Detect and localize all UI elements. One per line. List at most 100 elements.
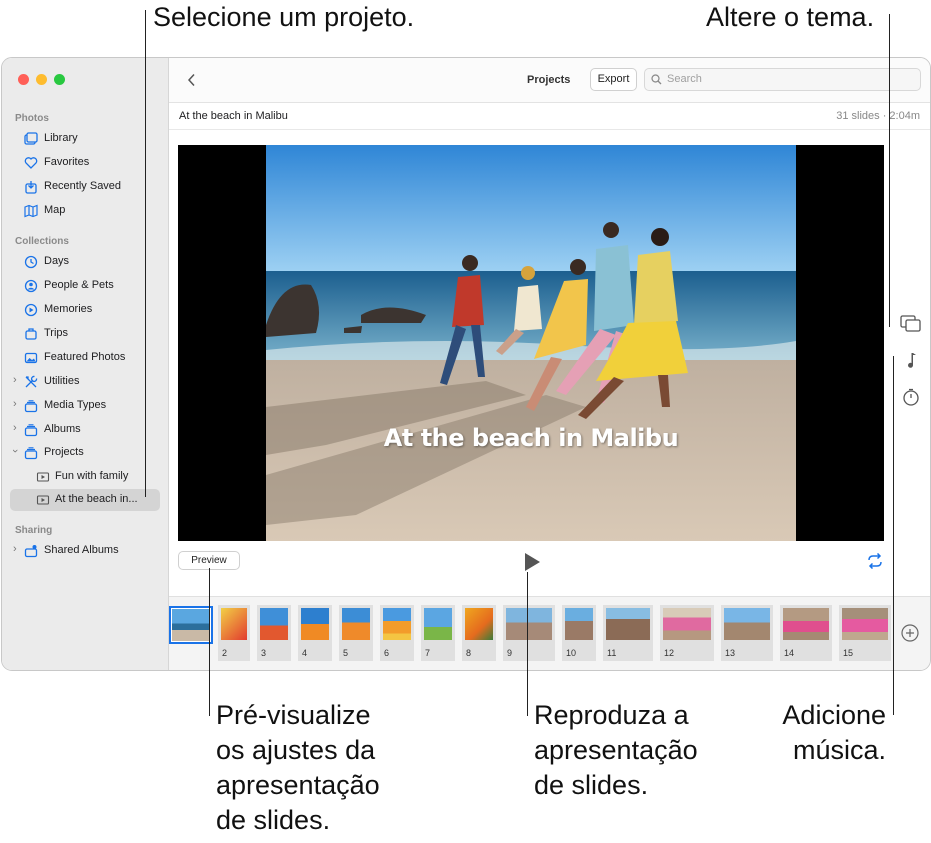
slide-number: 8 (466, 648, 472, 658)
sidebar-item-label: Fun with family (55, 470, 129, 482)
thumbnail-image (724, 608, 770, 640)
slide-number: 2 (222, 648, 228, 658)
callout-select-project: Selecione um projeto. (153, 2, 415, 32)
slide-thumbnail[interactable]: 11 (603, 605, 653, 661)
slide-thumbnail[interactable]: 3 (257, 605, 291, 661)
toolbar: Projects Export Search (169, 58, 930, 103)
slide-strip: 2 3 4 5 6 7 8 9 10 11 12 13 14 15 (169, 596, 930, 670)
library-icon (24, 132, 38, 145)
sidebar-item-label: Utilities (44, 375, 80, 387)
slide-thumbnail[interactable]: 5 (339, 605, 373, 661)
callout-music-line: Adicione (782, 700, 886, 730)
map-icon (24, 204, 38, 218)
chevron-right-icon[interactable]: › (13, 374, 17, 386)
close-window-button[interactable] (18, 74, 29, 85)
slide-thumbnail[interactable]: 10 (562, 605, 596, 661)
callout-play: Reproduza a apresentação de slides. (534, 698, 698, 803)
sidebar-item-library[interactable]: Library (10, 128, 160, 150)
sidebar-item-days[interactable]: Days (10, 251, 160, 273)
callout-preview-line: Pré-visualize (216, 700, 371, 730)
sidebar-item-trips[interactable]: Trips (10, 323, 160, 345)
slideshow-icon (36, 495, 50, 505)
sidebar-item-map[interactable]: Map (10, 200, 160, 222)
search-input[interactable]: Search (667, 73, 702, 85)
music-note-icon[interactable] (904, 352, 918, 370)
slide-number: 11 (607, 648, 617, 658)
zoom-window-button[interactable] (54, 74, 65, 85)
sidebar-item-label: Shared Albums (44, 544, 119, 556)
sidebar-item-label: At the beach in... (55, 493, 138, 505)
slide-number: 13 (725, 648, 736, 658)
slide-thumbnail[interactable]: 2 (218, 605, 250, 661)
export-button[interactable]: Export (590, 68, 637, 91)
minimize-window-button[interactable] (36, 74, 47, 85)
slide-number: 7 (425, 648, 431, 658)
thumbnail-image (506, 608, 552, 640)
chevron-right-icon[interactable]: › (13, 422, 17, 434)
thumbnail-image (783, 608, 829, 640)
sidebar-item-memories[interactable]: Memories (10, 299, 160, 321)
beach-photo (266, 145, 796, 541)
sidebar-item-at-the-beach[interactable]: At the beach in... (10, 489, 160, 511)
sidebar-item-label: Library (44, 132, 78, 144)
slide-thumbnail[interactable] (169, 606, 213, 644)
sidebar-item-label: Trips (44, 327, 69, 339)
loop-icon[interactable] (866, 553, 884, 569)
timer-icon[interactable] (902, 388, 920, 406)
thumbnail-image (260, 608, 288, 640)
theme-icon[interactable] (900, 315, 922, 333)
suitcase-icon (25, 328, 37, 340)
sidebar-item-favorites[interactable]: Favorites (10, 152, 160, 174)
sidebar-item-fun-with-family[interactable]: Fun with family (10, 466, 160, 488)
callout-preview: Pré-visualize os ajustes da apresentação… (216, 698, 380, 838)
slide-thumbnail[interactable]: 9 (503, 605, 555, 661)
sidebar-item-media-types[interactable]: › Media Types (10, 395, 160, 417)
slide-thumbnail[interactable]: 8 (462, 605, 496, 661)
featured-photos-icon (24, 352, 38, 364)
thumbnail-image (663, 608, 711, 640)
memories-icon (24, 303, 38, 317)
sidebar-item-recently-saved[interactable]: Recently Saved (10, 176, 160, 198)
sidebar-item-shared-albums[interactable]: › Shared Albums (10, 540, 160, 562)
sidebar-section-sharing: Sharing (15, 525, 53, 536)
callout-preview-line: os ajustes da (216, 735, 376, 765)
slideshow-preview[interactable]: At the beach in Malibu (178, 145, 884, 541)
callout-preview-line: apresentação (216, 770, 380, 800)
chevron-left-icon[interactable] (187, 73, 197, 87)
chevron-down-icon[interactable]: › (9, 449, 21, 453)
callout-music-line: música. (792, 735, 886, 765)
callout-play-line: apresentação (534, 735, 698, 765)
project-header: At the beach in Malibu 31 slides · 2:04m (169, 103, 930, 130)
sidebar-item-label: Map (44, 204, 66, 216)
slide-thumbnail[interactable]: 7 (421, 605, 455, 661)
plus-circle-icon[interactable] (900, 623, 920, 643)
sidebar-item-projects[interactable]: › Projects (9, 442, 160, 464)
callout-play-line: Reproduza a (534, 700, 689, 730)
sidebar-item-label: Featured Photos (44, 351, 126, 363)
slide-thumbnail[interactable]: 13 (721, 605, 773, 661)
chevron-right-icon[interactable]: › (13, 398, 17, 410)
slide-thumbnail[interactable]: 15 (839, 605, 891, 661)
search-field[interactable]: Search (644, 68, 921, 91)
slide-number: 15 (843, 648, 854, 658)
sidebar-item-utilities[interactable]: › Utilities (10, 371, 160, 393)
sidebar-item-albums[interactable]: › Albums (10, 419, 160, 441)
sidebar-item-label: Media Types (44, 399, 107, 411)
slide-thumbnail[interactable]: 4 (298, 605, 332, 661)
sidebar-item-people-pets[interactable]: People & Pets (10, 275, 160, 297)
slide-number: 4 (302, 648, 308, 658)
leader-line-preview (209, 568, 210, 716)
play-icon[interactable] (522, 551, 542, 573)
slide-thumbnail[interactable]: 6 (380, 605, 414, 661)
sidebar-item-label: People & Pets (44, 279, 114, 291)
slide-thumbnail[interactable]: 12 (660, 605, 714, 661)
sidebar-item-featured-photos[interactable]: Featured Photos (10, 347, 160, 369)
sidebar-item-label: Memories (44, 303, 93, 315)
leader-line-play (527, 572, 528, 716)
slide-thumbnail[interactable]: 14 (780, 605, 832, 661)
project-meta: 31 slides · 2:04m (836, 110, 920, 122)
chevron-right-icon[interactable]: › (13, 543, 17, 555)
leader-line-select-project (145, 10, 146, 497)
slide-number: 14 (784, 648, 795, 658)
leader-line-change-theme (889, 14, 890, 327)
